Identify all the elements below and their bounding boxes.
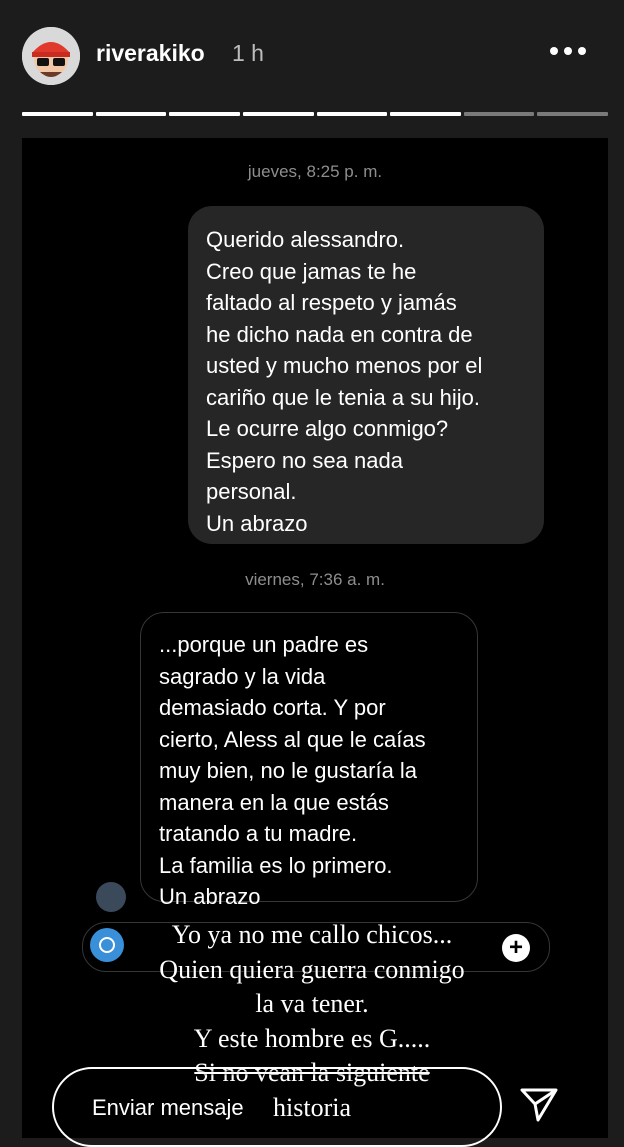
caption-line: Yo ya no me callo chicos... bbox=[171, 920, 453, 949]
incoming-message: ...porque un padre es sagrado y la vida … bbox=[140, 612, 478, 909]
progress-segment bbox=[95, 112, 167, 116]
message-line: Le ocurre algo conmigo? bbox=[206, 416, 449, 441]
message-input-placeholder: Enviar mensaje bbox=[92, 1095, 244, 1120]
message-line: faltado al respeto y jamás bbox=[206, 290, 457, 315]
message-line: personal. bbox=[206, 479, 297, 504]
progress-segment bbox=[463, 112, 535, 116]
paper-plane-icon[interactable] bbox=[518, 1082, 560, 1124]
progress-segment bbox=[316, 112, 388, 116]
message-line: cariño que le tenia a su hijo. bbox=[206, 384, 480, 410]
timestamp: jueves, 8:25 p. m. bbox=[247, 162, 383, 181]
message-line: Creo que jamas te he bbox=[206, 258, 417, 284]
message-line: tratando a tu madre. bbox=[159, 821, 358, 846]
message-line: he dicho nada en contra de bbox=[206, 321, 473, 347]
message-line: manera en la que estás bbox=[159, 789, 389, 815]
avatar-illustration bbox=[22, 27, 80, 85]
story-time: 1 h bbox=[232, 40, 264, 66]
message-line: sagrado y la vida bbox=[159, 663, 326, 689]
caption-line: Quien quiera guerra conmigo bbox=[159, 954, 465, 984]
more-options-icon[interactable] bbox=[548, 35, 588, 65]
progress-segment bbox=[22, 112, 93, 116]
story-header: riverakiko 1 h bbox=[0, 0, 624, 100]
username[interactable]: riverakiko bbox=[96, 40, 205, 67]
message-line: demasiado corta. Y por bbox=[159, 695, 386, 720]
message-line: Un abrazo bbox=[159, 884, 261, 909]
message-line: cierto, Aless al que le caías bbox=[159, 726, 426, 752]
message-line: ...porque un padre es bbox=[159, 632, 369, 657]
timestamp: viernes, 7:36 a. m. bbox=[245, 570, 385, 589]
caption-line: la va tener. bbox=[255, 989, 369, 1018]
outgoing-message: Querido alessandro. Creo que jamas te he… bbox=[188, 206, 544, 544]
story-progress-bar bbox=[22, 112, 608, 116]
message-line: Espero no sea nada bbox=[206, 447, 403, 473]
message-line: muy bien, no le gustaría la bbox=[159, 758, 418, 783]
caption-line: Y este hombre es G..... bbox=[193, 1023, 431, 1053]
message-line: Un abrazo bbox=[206, 510, 308, 536]
message-line: La familia es lo primero. bbox=[159, 852, 393, 878]
sender-avatar bbox=[96, 882, 126, 912]
message-line: Querido alessandro. bbox=[206, 227, 405, 252]
profile-avatar[interactable] bbox=[22, 27, 80, 85]
message-input[interactable]: Enviar mensaje bbox=[52, 1067, 502, 1147]
progress-segment bbox=[390, 112, 461, 116]
progress-segment bbox=[242, 112, 314, 116]
progress-segment bbox=[537, 112, 608, 116]
message-line: usted y mucho menos por el bbox=[206, 353, 483, 378]
progress-segment bbox=[169, 112, 240, 116]
